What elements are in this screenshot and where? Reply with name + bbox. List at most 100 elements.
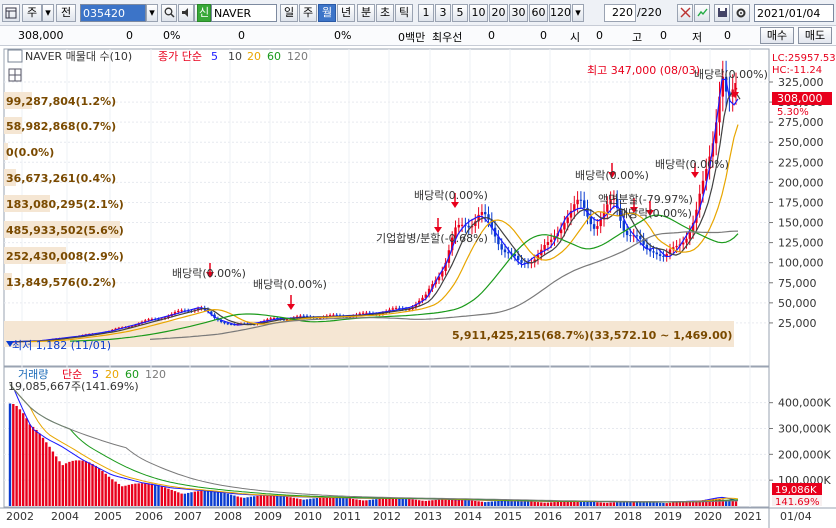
- volume-bar: [286, 496, 289, 506]
- candle-body: [688, 232, 691, 239]
- x-tick-label: 2011: [333, 510, 361, 523]
- interval-60-button[interactable]: 60: [529, 4, 548, 22]
- volume-bar: [612, 502, 616, 506]
- period-mode-dropdown-icon[interactable]: ▾: [42, 4, 54, 22]
- volume-bar: [31, 426, 35, 506]
- speaker-icon[interactable]: [178, 4, 194, 22]
- stock-name-input[interactable]: [211, 4, 277, 22]
- search-icon[interactable]: [161, 4, 177, 22]
- buy-button[interactable]: 매수: [760, 27, 794, 44]
- volume-bar: [520, 500, 523, 506]
- volume-bar: [523, 501, 526, 506]
- stock-code-input[interactable]: [80, 4, 146, 22]
- volume-bar: [414, 499, 418, 506]
- volume-profile-label: 13,849,576(0.2%): [6, 276, 116, 289]
- volume-bar: [474, 500, 477, 506]
- volume-bar: [404, 498, 408, 506]
- low-value: 0: [724, 29, 731, 42]
- volume-bar: [625, 501, 629, 506]
- volume-bar: [299, 499, 302, 506]
- volume-bar: [216, 491, 220, 506]
- prev-button[interactable]: 전: [56, 4, 76, 22]
- volume-bar: [388, 498, 391, 506]
- price-ma-10: 10: [228, 50, 242, 63]
- date-input[interactable]: [754, 4, 834, 22]
- period-day-button[interactable]: 일: [280, 4, 298, 22]
- volume-bar: [236, 496, 239, 506]
- price-volume-chart[interactable]: 99,287,804(1.2%) 58,982,868(0.7%) 0(0.0%) 3…: [0, 47, 836, 528]
- volume-tick-label: 200,000K: [778, 448, 831, 461]
- volume-bar: [107, 476, 111, 506]
- interval-1-button[interactable]: 1: [418, 4, 434, 22]
- code-dropdown-icon[interactable]: ▾: [146, 4, 158, 22]
- chart-zoom-icon[interactable]: [694, 4, 710, 22]
- volume-bar: [477, 501, 480, 506]
- volume-bar: [8, 403, 12, 506]
- chart-layout-icon[interactable]: [2, 4, 20, 22]
- volume-bar: [652, 502, 655, 506]
- candle-body: [543, 244, 546, 250]
- volume-bar: [130, 484, 134, 506]
- volume-bar: [355, 499, 358, 506]
- volume-current-pct: 141.69%: [775, 497, 820, 508]
- interval-20-button[interactable]: 20: [489, 4, 508, 22]
- volume-bar: [365, 500, 368, 506]
- volume-bar: [276, 495, 279, 506]
- period-second-button[interactable]: 초: [376, 4, 394, 22]
- volume-bar: [385, 498, 388, 506]
- volume-bar: [619, 502, 622, 506]
- volume-bar: [35, 429, 38, 506]
- candle-body: [579, 199, 583, 201]
- interval-3-button[interactable]: 3: [435, 4, 451, 22]
- settings-gear-icon[interactable]: [732, 4, 750, 22]
- volume-bar: [147, 483, 150, 506]
- volume-bar: [622, 501, 625, 506]
- x-tick-label: 2009: [254, 510, 282, 523]
- x-tick-label: 2015: [494, 510, 522, 523]
- interval-5-button[interactable]: 5: [452, 4, 468, 22]
- count-total: /220: [637, 6, 662, 19]
- price-change-pct: 0%: [163, 29, 181, 42]
- price-tick-label: 150,000: [778, 217, 824, 230]
- volume-bar: [500, 500, 503, 506]
- save-icon[interactable]: [714, 4, 730, 22]
- price-ma-60: 60: [267, 50, 281, 63]
- period-month-button[interactable]: 월: [318, 4, 336, 22]
- volume-bar: [378, 498, 381, 506]
- period-mode-button[interactable]: 주: [22, 4, 42, 22]
- sell-button[interactable]: 매도: [798, 27, 832, 44]
- volume-current-tag-text: 19,086K: [775, 485, 817, 496]
- volume-bar: [84, 461, 88, 506]
- interval-120-button[interactable]: 120: [549, 4, 571, 22]
- interval-30-button[interactable]: 30: [509, 4, 528, 22]
- chart-area[interactable]: 99,287,804(1.2%) 58,982,868(0.7%) 0(0.0%) 3…: [0, 47, 836, 528]
- interval-10-button[interactable]: 10: [469, 4, 488, 22]
- volume-bar: [163, 487, 167, 506]
- volume-bar: [68, 461, 71, 506]
- candle-body: [457, 224, 460, 228]
- interval-dropdown-icon[interactable]: ▾: [572, 4, 584, 22]
- volume-bar: [332, 497, 335, 506]
- period-year-button[interactable]: 년: [337, 4, 355, 22]
- event-annotation: 배당락(0.00%): [172, 267, 246, 280]
- volume-profile-label: 0(0.0%): [6, 146, 54, 159]
- price-panel-title: NAVER 매물대 수(10): [25, 50, 132, 63]
- period-week-button[interactable]: 주: [299, 4, 317, 22]
- period-minute-button[interactable]: 분: [357, 4, 375, 22]
- candle-body: [658, 254, 662, 256]
- open-label: 시: [570, 31, 581, 44]
- volume-bar: [728, 500, 731, 506]
- volume-bar: [25, 418, 28, 506]
- chart-options-icon[interactable]: [677, 4, 693, 22]
- candle-body: [655, 252, 658, 255]
- volume-bar: [157, 485, 160, 506]
- volume-bar: [566, 501, 569, 506]
- volume-bar: [226, 493, 229, 506]
- volume-bar: [239, 497, 243, 506]
- x-tick-label: 2007: [174, 510, 202, 523]
- volume-bar: [91, 463, 94, 506]
- period-tick-button[interactable]: 틱: [395, 4, 413, 22]
- candle-body: [147, 319, 150, 321]
- count-input[interactable]: 220: [604, 4, 636, 22]
- volume-bar: [513, 500, 517, 506]
